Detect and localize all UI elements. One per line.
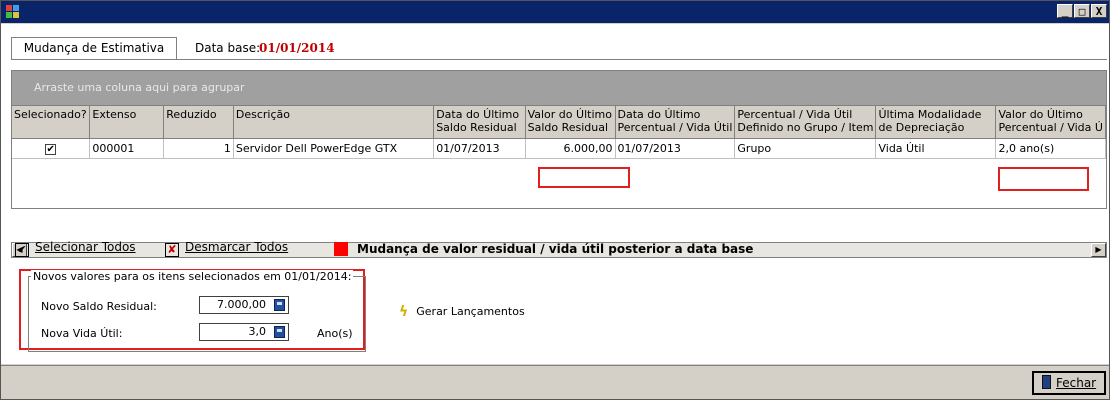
cell-data-percentual[interactable]: 01/07/2013: [615, 138, 736, 159]
select-all-label: Selecionar Todos: [35, 240, 136, 254]
novo-saldo-input[interactable]: 7.000,00: [199, 296, 289, 314]
cell-data-saldo[interactable]: 01/07/2013: [433, 138, 526, 159]
grid-header-row: Selecionado? Extenso Reduzido Descrição …: [12, 106, 1106, 139]
generate-entries-button[interactable]: ϟ Gerar Lançamentos: [399, 304, 525, 320]
deselect-all-button[interactable]: ✘ Desmarcar Todos: [165, 240, 288, 257]
tab-mudanca-estimativa[interactable]: Mudança de Estimativa: [11, 37, 177, 60]
column-header-valor-saldo[interactable]: Valor do Último Saldo Residual: [525, 106, 616, 139]
checkmark-icon: ✔: [15, 243, 29, 257]
header-line: Data do Último: [617, 108, 701, 121]
generate-entries-label: Gerar Lançamentos: [416, 305, 525, 318]
cell-extenso[interactable]: 000001: [89, 138, 165, 159]
cell-reduzido[interactable]: 1: [163, 138, 234, 159]
legend-text: Mudança de valor residual / vida útil po…: [357, 242, 754, 256]
column-header-data-saldo[interactable]: Data do Último Saldo Residual: [433, 106, 526, 139]
table-row[interactable]: ✔ 000001 1 Servidor Dell PowerEdge GTX 0…: [12, 138, 1106, 159]
calculator-icon[interactable]: [274, 299, 285, 311]
column-header-definido[interactable]: Percentual / Vida Útil Definido no Grupo …: [734, 106, 877, 139]
column-header-extenso[interactable]: Extenso: [89, 106, 165, 139]
close-window-button[interactable]: X: [1091, 4, 1107, 18]
header-line: Percentual / Vida Ú: [998, 121, 1103, 134]
close-label: Fechar: [1056, 376, 1097, 390]
group-by-hint: Arraste uma coluna aqui para agrupar: [34, 81, 245, 94]
column-header-selecionado[interactable]: Selecionado?: [12, 106, 91, 139]
cell-selecionado[interactable]: ✔: [12, 138, 91, 159]
application-window: _ □ X Mudança de Estimativa Data base: 0…: [0, 0, 1110, 400]
header-line: Saldo Residual: [527, 121, 609, 134]
header-line: Valor do Último: [998, 108, 1083, 121]
header-line: Reduzido: [166, 108, 217, 121]
header-line: Definido no Grupo / Item: [737, 121, 874, 134]
highlight-valor-percentual: [998, 167, 1089, 191]
header-line: Percentual / Vida Útil: [737, 108, 853, 121]
highlight-valor-saldo: [538, 167, 630, 188]
door-icon: [1042, 375, 1051, 389]
scroll-right-icon[interactable]: ▶: [1091, 243, 1106, 257]
column-header-reduzido[interactable]: Reduzido: [163, 106, 234, 139]
close-button[interactable]: Fechar: [1032, 371, 1106, 395]
maximize-button[interactable]: □: [1074, 4, 1090, 18]
novo-saldo-label: Novo Saldo Residual:: [41, 300, 157, 313]
novo-saldo-value: 7.000,00: [217, 298, 266, 311]
column-header-data-percentual[interactable]: Data do Último Percentual / Vida Útil: [615, 106, 736, 139]
deselect-all-label: Desmarcar Todos: [185, 240, 289, 254]
assets-grid: Selecionado? Extenso Reduzido Descrição …: [11, 106, 1107, 209]
nova-vida-label: Nova Vida Útil:: [41, 327, 123, 340]
header-line: Valor do Último: [527, 108, 612, 121]
header-line: Selecionado?: [14, 108, 87, 121]
group-by-panel[interactable]: Arraste uma coluna aqui para agrupar: [11, 70, 1107, 106]
minimize-button[interactable]: _: [1057, 4, 1073, 18]
app-icon: [6, 5, 20, 19]
database-value: 01/01/2014: [259, 41, 335, 55]
column-header-modalidade[interactable]: Última Modalidade de Depreciação: [875, 106, 997, 139]
new-values-title: Novos valores para os itens selecionados…: [31, 270, 354, 283]
nova-vida-input[interactable]: 3,0: [199, 323, 289, 341]
main-content: Mudança de Estimativa Data base: 01/01/2…: [1, 24, 1109, 364]
cell-modalidade[interactable]: Vida Útil: [875, 138, 997, 159]
nova-vida-unit: Ano(s): [317, 327, 353, 340]
legend-color-swatch: [334, 242, 348, 256]
cell-definido[interactable]: Grupo: [734, 138, 877, 159]
header-line: Última Modalidade: [878, 108, 982, 121]
header-line: Data do Último: [436, 108, 520, 121]
column-header-valor-percentual[interactable]: Valor do Último Percentual / Vida Ú: [995, 106, 1106, 139]
cell-descricao[interactable]: Servidor Dell PowerEdge GTX: [233, 138, 435, 159]
database-label: Data base:: [195, 41, 261, 55]
lightning-icon: ϟ: [399, 304, 409, 320]
nova-vida-value: 3,0: [248, 325, 267, 338]
uncheck-icon: ✘: [165, 243, 179, 257]
header-line: Saldo Residual: [436, 121, 517, 134]
header-line: Descrição: [235, 108, 290, 121]
header-line: Extenso: [92, 108, 137, 121]
column-header-descricao[interactable]: Descrição: [233, 106, 435, 139]
new-values-group: [28, 276, 366, 352]
cell-valor-saldo[interactable]: 6.000,00: [525, 138, 616, 159]
header-line: de Depreciação: [878, 121, 965, 134]
select-all-button[interactable]: ✔ Selecionar Todos: [15, 240, 136, 257]
cell-valor-percentual[interactable]: 2,0 ano(s): [995, 138, 1106, 159]
title-bar: _ □ X: [1, 1, 1109, 23]
bottom-bar: [1, 365, 1109, 399]
row-checkbox[interactable]: ✔: [45, 144, 57, 155]
tab-divider: [11, 59, 1107, 60]
calculator-icon[interactable]: [274, 326, 285, 338]
header-line: Percentual / Vida Útil: [617, 121, 733, 134]
